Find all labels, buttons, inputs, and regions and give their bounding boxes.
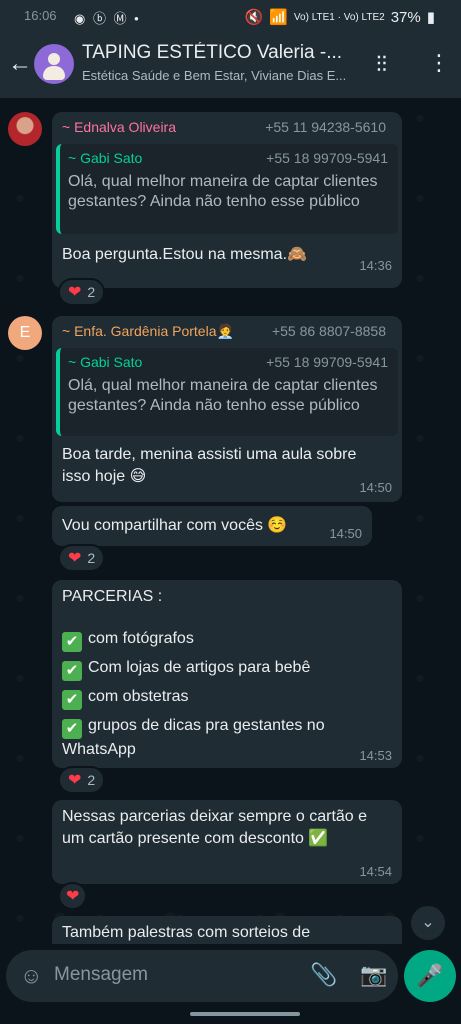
heart-icon: ❤ bbox=[66, 888, 80, 905]
sender-avatar[interactable]: E bbox=[8, 316, 42, 350]
message-bubble[interactable]: Também palestras com sorteios de bbox=[52, 916, 402, 944]
message-text: Também palestras com sorteios de bbox=[62, 924, 311, 941]
list-item: ✔ com fotógrafos bbox=[62, 628, 392, 652]
group-avatar[interactable] bbox=[34, 44, 74, 84]
sender-phone: +55 86 8807-8858 bbox=[271, 323, 386, 339]
message-text: Vou compartilhar com vocês ☺️ bbox=[62, 517, 288, 534]
wifi-icon: 📶 bbox=[269, 9, 288, 26]
back-arrow-icon[interactable]: ← bbox=[8, 50, 32, 78]
reaction-count: 2 bbox=[87, 284, 96, 300]
sender-phone: +55 11 94238-5610 bbox=[265, 119, 386, 135]
quote-text: Olá, qual melhor maneira de captar clien… bbox=[68, 377, 378, 414]
sender-name[interactable]: ~ Enfa. Gardênia Portela🧑‍💼 bbox=[62, 323, 234, 340]
heart-icon: ❤ bbox=[68, 550, 82, 567]
message-time: 14:50 bbox=[329, 526, 362, 541]
message-bubble[interactable]: PARCERIAS : ✔ com fotógrafos ✔ Com lojas d… bbox=[52, 580, 402, 768]
message-title: PARCERIAS : bbox=[62, 588, 163, 605]
mic-button[interactable]: 🎤 bbox=[404, 950, 456, 1002]
battery-icon: ▮ bbox=[426, 9, 435, 26]
scroll-down-button[interactable]: ⌄ bbox=[411, 906, 445, 940]
message-text: Boa tarde, menina assisti uma aula sobre… bbox=[62, 446, 357, 485]
list-item: ✔ grupos de dicas pra gestantes no WhatsA… bbox=[62, 717, 325, 758]
message-bubble[interactable]: ~ Ednalva Oliveira +55 11 94238-5610 ~ G… bbox=[52, 112, 402, 288]
message-text: Nessas parcerias deixar sempre o cartão … bbox=[62, 808, 368, 847]
sender-name[interactable]: ~ Ednalva Oliveira bbox=[62, 119, 176, 135]
status-bar: 16:06 ◉ ⓑ Ⓜ • 🔇 📶 Vo) LTE1 · Vo) LTE2 37… bbox=[0, 0, 461, 34]
quote-phone: +55 18 99709-5941 bbox=[266, 150, 388, 166]
quote-name: ~ Gabi Sato bbox=[68, 150, 143, 166]
heart-icon: ❤ bbox=[68, 772, 82, 789]
notification-icons: ◉ ⓑ Ⓜ • bbox=[74, 11, 141, 26]
quote-name: ~ Gabi Sato bbox=[68, 354, 143, 370]
heart-icon: ❤ bbox=[68, 284, 82, 301]
check-icon: ✔ bbox=[62, 719, 82, 739]
chat-header: ← TAPING ESTÉTICO Valeria -... Estética … bbox=[0, 34, 461, 98]
sender-avatar[interactable] bbox=[8, 112, 42, 146]
voice-chat-icon[interactable]: ⫶⫶ bbox=[376, 52, 387, 78]
battery-level: 37% bbox=[390, 8, 421, 26]
message-time: 14:54 bbox=[359, 864, 392, 879]
check-icon: ✔ bbox=[62, 632, 82, 652]
message-time: 14:50 bbox=[359, 480, 392, 495]
status-time: 16:06 bbox=[24, 8, 57, 23]
message-input-bar[interactable]: ☺ Mensagem 📎 📷 bbox=[6, 950, 398, 1002]
message-bubble[interactable]: Vou compartilhar com vocês ☺️ 14:50 bbox=[52, 506, 372, 546]
check-icon: ✔ bbox=[62, 690, 82, 710]
reaction-badge[interactable]: ❤ 2 bbox=[58, 278, 106, 306]
emoji-icon[interactable]: ☺ bbox=[20, 963, 42, 989]
list-item: ✔ com obstetras bbox=[62, 686, 392, 710]
message-bubble[interactable]: Nessas parcerias deixar sempre o cartão … bbox=[52, 800, 402, 884]
message-input[interactable]: Mensagem bbox=[54, 964, 148, 986]
network-label: Vo) LTE1 · Vo) LTE2 bbox=[293, 11, 385, 23]
gesture-bar bbox=[190, 1012, 300, 1016]
person-body bbox=[43, 66, 65, 80]
message-text: Boa pergunta.Estou na mesma.🙈 bbox=[62, 246, 307, 263]
status-right: 🔇 📶 Vo) LTE1 · Vo) LTE2 37% ▮ bbox=[244, 8, 435, 27]
attach-icon[interactable]: 📎 bbox=[310, 962, 337, 988]
reaction-badge[interactable]: ❤ 2 bbox=[58, 766, 106, 794]
reaction-count: 2 bbox=[87, 550, 96, 566]
more-options-icon[interactable]: ⋮ bbox=[428, 50, 450, 76]
person-head bbox=[48, 53, 60, 65]
message-time: 14:53 bbox=[359, 748, 392, 763]
message-time: 14:36 bbox=[359, 258, 392, 273]
reaction-badge[interactable]: ❤ 2 bbox=[58, 544, 106, 572]
chat-area[interactable]: ~ Ednalva Oliveira +55 11 94238-5610 ~ G… bbox=[0, 98, 461, 944]
message-bubble[interactable]: ~ Enfa. Gardênia Portela🧑‍💼 +55 86 8807-… bbox=[52, 316, 402, 502]
list-item: ✔ Com lojas de artigos para bebê bbox=[62, 657, 392, 681]
camera-icon[interactable]: 📷 bbox=[360, 962, 387, 988]
group-title[interactable]: TAPING ESTÉTICO Valeria -... bbox=[82, 42, 352, 64]
reaction-badge[interactable]: ❤ bbox=[58, 882, 88, 910]
quoted-message[interactable]: ~ Gabi Sato +55 18 99709-5941 Olá, qual … bbox=[56, 348, 398, 436]
quote-phone: +55 18 99709-5941 bbox=[266, 354, 388, 370]
check-icon: ✔ bbox=[62, 661, 82, 681]
mute-icon: 🔇 bbox=[244, 9, 264, 26]
reaction-count: 2 bbox=[87, 772, 96, 788]
quote-text: Olá, qual melhor maneira de captar clien… bbox=[68, 173, 378, 210]
group-subtitle[interactable]: Estética Saúde e Bem Estar, Viviane Dias… bbox=[82, 68, 362, 83]
quoted-message[interactable]: ~ Gabi Sato +55 18 99709-5941 Olá, qual … bbox=[56, 144, 398, 234]
